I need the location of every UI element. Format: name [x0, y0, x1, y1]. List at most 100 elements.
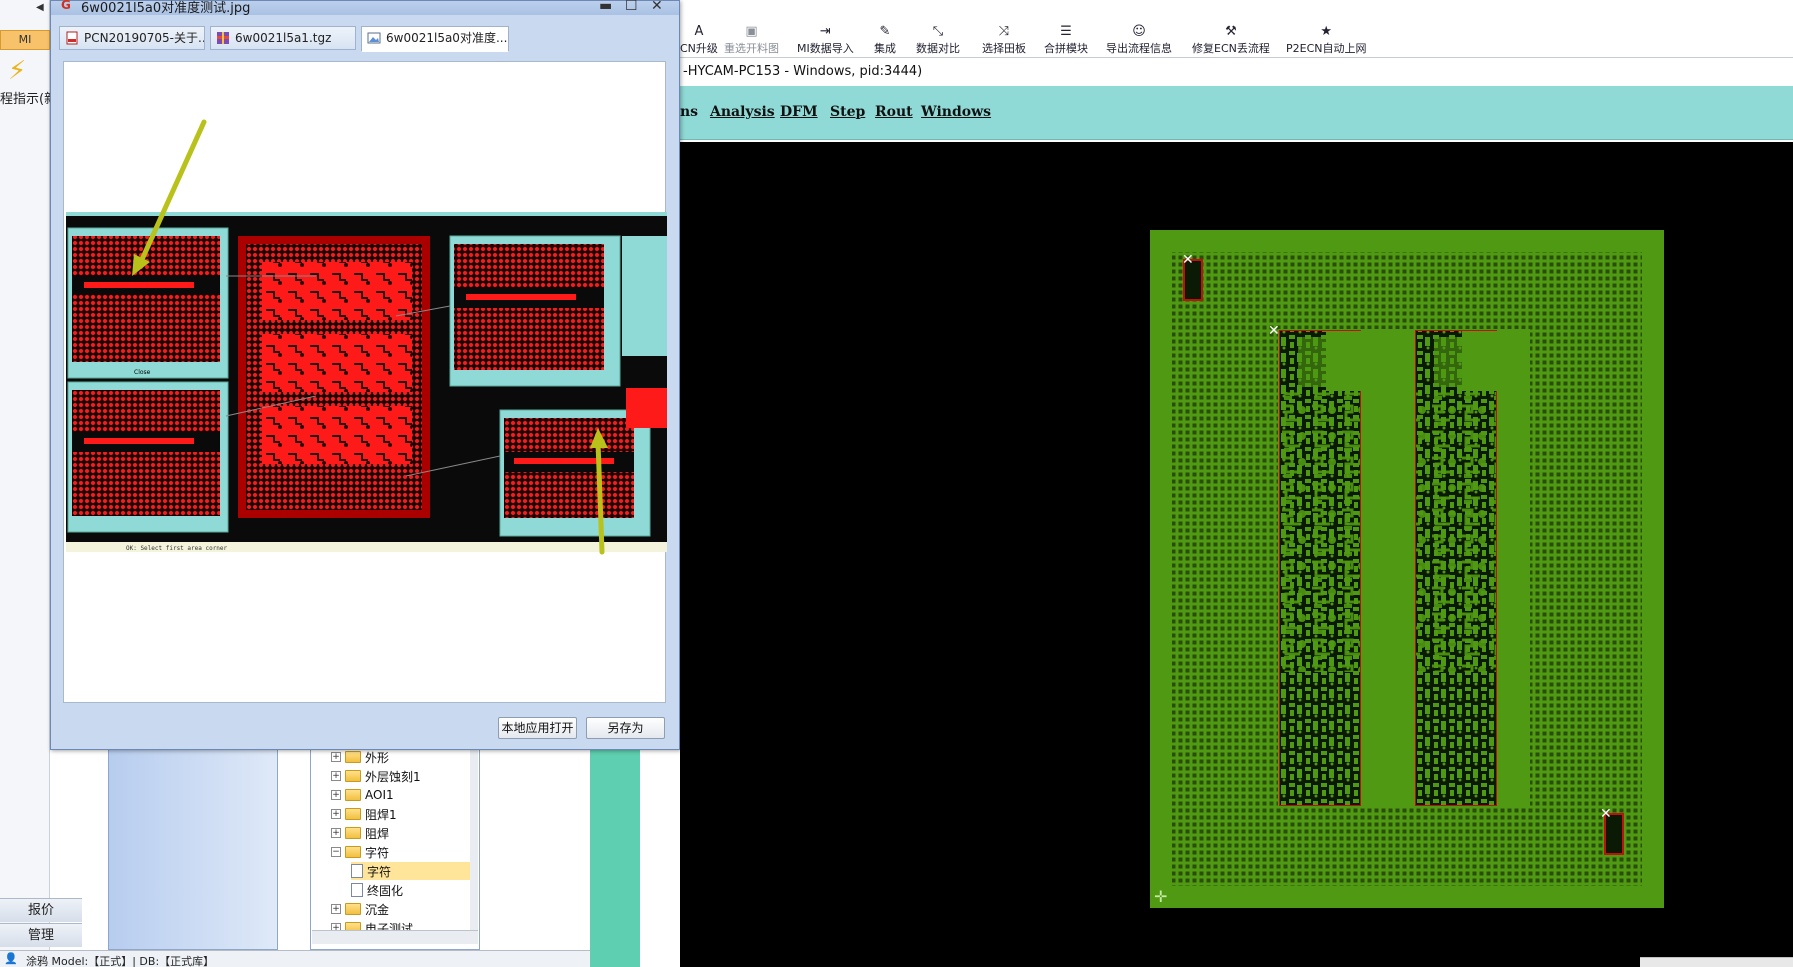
expand-toggle-icon[interactable]: + [331, 790, 341, 800]
folder-icon [345, 789, 361, 801]
tree-item[interactable]: + 外形 [331, 748, 471, 766]
tree-item[interactable]: + 阻焊 [331, 824, 471, 842]
folder-icon [345, 770, 361, 782]
tree-item-label: 阻焊 [365, 826, 390, 841]
toolbar-button-label: 选择田板 [982, 42, 1026, 55]
process-tree: + 外形 + 外层蚀刻1 + AOI1 + 阻焊1 + 阻焊 − 字符 字符 终固化 + 沉金 + 电子测试 [310, 740, 480, 950]
toolbar-button-label: CN升级 [680, 42, 718, 55]
tree-item-label: 终固化 [367, 883, 404, 898]
user-icon: 👤 [4, 952, 18, 965]
image-preview-area[interactable]: Close OK: Select first area corner [63, 61, 667, 703]
status-text: 涂鸦 Model:【正式】| DB:【正式库】 [26, 955, 215, 967]
toolbar-button-label: 合拼模块 [1044, 42, 1088, 55]
shuffle-icon: ⤨ [998, 24, 1010, 39]
toolbar-button[interactable]: ⚒ 修复ECN丢流程 [1192, 24, 1270, 58]
menu-item[interactable]: ns [680, 104, 698, 120]
cam-menubar: ns Analysis DFM Step Rout Windows [680, 86, 1793, 140]
toolbar-button[interactable]: ▣ 重选开料图 [724, 24, 779, 58]
tree-item-label: 字符 [365, 845, 390, 860]
image-file-icon [367, 32, 381, 44]
folder-icon [345, 846, 361, 858]
toolbar-button[interactable]: ⤨ 选择田板 [982, 24, 1026, 58]
menu-item[interactable]: DFM [780, 104, 818, 120]
tree-item[interactable]: 终固化 [351, 881, 471, 899]
menu-item[interactable]: Rout [875, 104, 913, 120]
tree-item-label: 沉金 [365, 902, 390, 917]
svg-text:✕: ✕ [1182, 252, 1194, 268]
expand-toggle-icon[interactable]: + [331, 752, 341, 762]
tab-pcn-pdf[interactable]: PCN20190705-关于... [59, 26, 205, 50]
cam-toolbar: A CN升级 ▣ 重选开料图 ⇥ MI数据导入 ✎ 集成 ⤡ 数据对比 ⤨ 选择田板 ☰ 合拼模块 ☺ 导出流… [680, 22, 1793, 58]
menu-item[interactable]: Windows [921, 104, 991, 120]
tree-item[interactable]: 字符 [351, 862, 471, 880]
collapse-arrow-icon[interactable]: ◀ [36, 2, 44, 13]
lightning-icon[interactable]: ⚡ [8, 56, 26, 86]
tree-item-label: 外层蚀刻1 [365, 769, 421, 784]
preview-screenshot: Close OK: Select first area corner [66, 212, 667, 552]
viewer-title-bar[interactable]: G 6w0021l5a0对准度测试.jpg ▬ ☐ ✕ [51, 0, 679, 16]
toolbar-button[interactable]: ☰ 合拼模块 [1044, 24, 1088, 58]
toolbar-button[interactable]: ★ P2ECN自动上网 [1286, 24, 1367, 58]
pcb-panel-view: ✕ ✕ ✕ ✛ [1150, 230, 1664, 908]
expand-toggle-icon[interactable]: + [331, 828, 341, 838]
menu-item[interactable]: Analysis [710, 104, 775, 120]
wrench-icon: ⚒ [1225, 24, 1237, 39]
toolbar-button-label: 数据对比 [916, 42, 960, 55]
minimize-icon[interactable]: ▬ [599, 0, 612, 14]
tree-item[interactable]: + 外层蚀刻1 [331, 767, 471, 785]
toolbar-button[interactable]: ☺ 导出流程信息 [1106, 24, 1172, 58]
nav-item-quote[interactable]: 报价 [0, 898, 82, 922]
expand-toggle-icon[interactable]: − [331, 847, 341, 857]
toolbar-button-label: 修复ECN丢流程 [1192, 42, 1270, 55]
close-icon[interactable]: ✕ [651, 0, 663, 14]
left-nav-strip: ◀ MI ⚡ 程指示(新 报价 管理 [0, 0, 82, 967]
folder-icon [345, 808, 361, 820]
folder-icon [345, 751, 361, 763]
cam-window-title: -HYCAM-PC153 - Windows, pid:3444) [680, 60, 1793, 84]
preview-pcb-image: Close OK: Select first area corner [66, 216, 667, 552]
expand-toggle-icon[interactable]: + [331, 904, 341, 914]
compare-icon: ⤡ [932, 24, 944, 39]
document-icon [351, 883, 363, 897]
taskbar-corner [1640, 957, 1793, 967]
left-menu-text[interactable]: 程指示(新 [0, 88, 57, 107]
tab-alignment-image[interactable]: 6w0021l5a0对准度... [361, 26, 509, 52]
toolbar-button[interactable]: A CN升级 [680, 24, 718, 58]
svg-text:✕: ✕ [1268, 323, 1280, 339]
toolbar-button-label: MI数据导入 [797, 42, 854, 55]
list-icon: ☰ [1060, 24, 1072, 39]
save-as-button[interactable]: 另存为 [586, 717, 665, 739]
expand-toggle-icon[interactable]: + [331, 771, 341, 781]
maximize-icon[interactable]: ☐ [625, 0, 638, 14]
smiley-icon: ☺ [1132, 24, 1146, 39]
tree-horizontal-scrollbar[interactable] [312, 930, 478, 944]
toolbar-button-label: 重选开料图 [724, 42, 779, 55]
tree-item[interactable]: + AOI1 [331, 786, 471, 804]
viewer-title: 6w0021l5a0对准度测试.jpg [81, 1, 251, 16]
image-viewer-window[interactable]: G 6w0021l5a0对准度测试.jpg ▬ ☐ ✕ PCN20190705-… [50, 0, 680, 750]
pdf-icon [66, 31, 78, 45]
tree-vertical-scrollbar[interactable] [470, 742, 478, 932]
toolbar-button-label: 导出流程信息 [1106, 42, 1172, 55]
left-tab-mi[interactable]: MI [0, 30, 50, 50]
toolbar-button[interactable]: ⇥ MI数据导入 [797, 24, 854, 58]
open-in-local-app-button[interactable]: 本地应用打开 [498, 717, 577, 739]
nav-item-manage[interactable]: 管理 [0, 923, 82, 947]
tree-item[interactable]: + 阻焊1 [331, 805, 471, 823]
svg-text:✕: ✕ [1600, 806, 1612, 822]
cam-graphics-canvas[interactable]: ✕ ✕ ✕ ✛ [680, 142, 1793, 967]
menu-item[interactable]: Step [830, 104, 865, 120]
toolbar-button-label: 集成 [874, 42, 896, 55]
board-notch [1326, 331, 1382, 391]
tree-item-label: 外形 [365, 750, 390, 765]
tree-item[interactable]: − 字符 [331, 843, 471, 861]
tab-label: 6w0021l5a0对准度... [386, 31, 508, 45]
toolbar-button[interactable]: ⤡ 数据对比 [916, 24, 960, 58]
desktop: ◀ MI ⚡ 程指示(新 报价 管理 + 外形 + 外层蚀刻1 + AOI1 + 阻焊1 + 阻焊… [0, 0, 1793, 967]
tree-item[interactable]: + 沉金 [331, 900, 471, 918]
image-icon: ▣ [745, 24, 758, 39]
tab-tgz-archive[interactable]: 6w0021l5a1.tgz [210, 26, 356, 50]
expand-toggle-icon[interactable]: + [331, 809, 341, 819]
toolbar-button[interactable]: ✎ 集成 [874, 24, 896, 58]
import-icon: ⇥ [819, 24, 831, 39]
